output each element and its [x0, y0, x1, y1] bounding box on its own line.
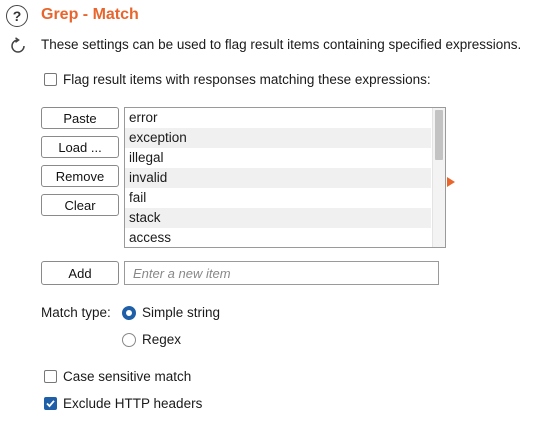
- exclude-headers-label: Exclude HTTP headers: [63, 396, 203, 411]
- list-item[interactable]: fail: [125, 188, 431, 208]
- expressions-list[interactable]: error exception illegal invalid fail sta…: [124, 107, 446, 248]
- add-button[interactable]: Add: [41, 261, 119, 285]
- exclude-headers-checkbox-row[interactable]: Exclude HTTP headers: [44, 396, 202, 411]
- paste-button[interactable]: Paste: [41, 107, 119, 129]
- list-item[interactable]: error: [125, 108, 431, 128]
- list-item[interactable]: invalid: [125, 168, 431, 188]
- regex-radio-row[interactable]: Regex: [122, 332, 181, 347]
- clear-button[interactable]: Clear: [41, 194, 119, 216]
- simple-string-label: Simple string: [142, 305, 221, 320]
- help-icon[interactable]: ?: [6, 5, 28, 27]
- new-item-input[interactable]: [124, 261, 439, 285]
- flag-matching-checkbox[interactable]: [44, 73, 57, 86]
- list-item[interactable]: stack: [125, 208, 431, 228]
- scrollbar-thumb[interactable]: [435, 110, 443, 160]
- refresh-icon[interactable]: [9, 37, 27, 55]
- regex-label: Regex: [142, 332, 182, 347]
- case-sensitive-checkbox-row[interactable]: Case sensitive match: [44, 369, 191, 384]
- arrow-right-icon[interactable]: [447, 177, 455, 187]
- remove-button[interactable]: Remove: [41, 165, 119, 187]
- simple-string-radio-row[interactable]: Simple string: [122, 305, 220, 320]
- match-type-label: Match type:: [41, 305, 111, 320]
- regex-radio[interactable]: [122, 332, 136, 347]
- exclude-headers-checkbox[interactable]: [44, 397, 57, 410]
- list-item[interactable]: illegal: [125, 148, 431, 168]
- case-sensitive-label: Case sensitive match: [63, 369, 192, 384]
- section-description: These settings can be used to flag resul…: [41, 37, 522, 52]
- list-item[interactable]: exception: [125, 128, 431, 148]
- load-button[interactable]: Load ...: [41, 136, 119, 158]
- list-scrollbar[interactable]: [432, 108, 445, 247]
- list-item[interactable]: access: [125, 228, 431, 247]
- flag-matching-checkbox-row[interactable]: Flag result items with responses matchin…: [44, 72, 431, 87]
- flag-matching-label: Flag result items with responses matchin…: [63, 72, 431, 87]
- case-sensitive-checkbox[interactable]: [44, 370, 57, 383]
- section-title: Grep - Match: [41, 6, 139, 23]
- simple-string-radio[interactable]: [122, 305, 136, 320]
- checkmark-icon: [46, 400, 55, 408]
